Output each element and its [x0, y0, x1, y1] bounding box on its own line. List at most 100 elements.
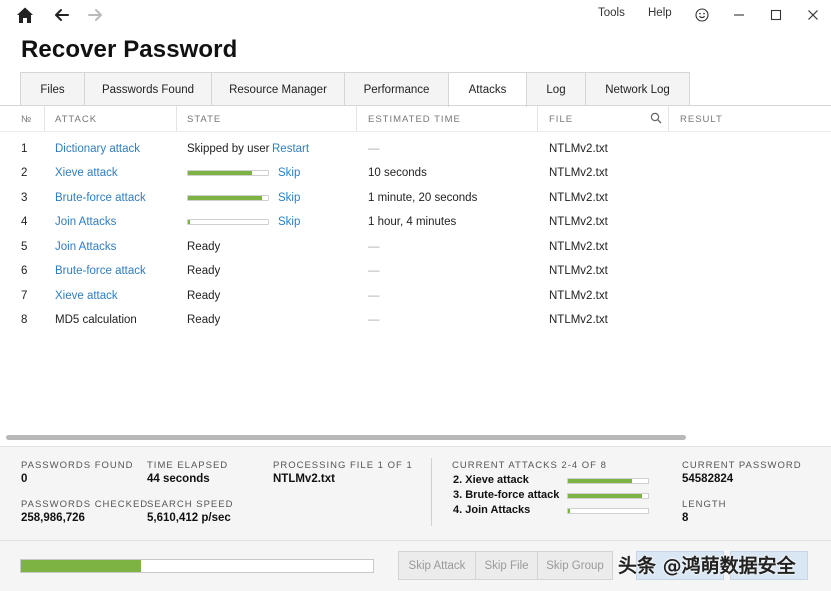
restart-link[interactable]: Restart: [272, 143, 309, 155]
column-divider: [537, 106, 538, 131]
processing-file-label: PROCESSING FILE 1 OF 1: [273, 460, 413, 471]
skip-attack-button[interactable]: Skip Attack: [398, 551, 476, 580]
skip-group-button[interactable]: Skip Group: [537, 551, 613, 580]
table-row[interactable]: 7 Xieve attack Ready — NTLMv2.txt: [0, 285, 831, 309]
current-password-label: CURRENT PASSWORD: [682, 460, 802, 471]
state-text: Ready: [187, 265, 221, 277]
back-arrow-icon[interactable]: [51, 4, 73, 26]
search-speed-value: 5,610,412 p/sec: [147, 512, 231, 524]
attack-link[interactable]: Join Attacks: [55, 241, 116, 253]
maximize-icon[interactable]: [766, 5, 786, 25]
title-bar: Tools Help: [0, 0, 831, 30]
passwords-checked-value: 258,986,726: [21, 512, 85, 524]
footer-divider: [0, 540, 831, 541]
col-header-attack[interactable]: ATTACK: [55, 114, 97, 125]
file-name: NTLMv2.txt: [549, 241, 608, 253]
estimated-time: 1 hour, 4 minutes: [368, 216, 457, 228]
table-row[interactable]: 8 MD5 calculation Ready — NTLMv2.txt: [0, 309, 831, 333]
passwords-found-value: 0: [21, 473, 28, 485]
home-icon[interactable]: [14, 4, 36, 26]
tab-divider: [0, 105, 831, 106]
horizontal-scrollbar[interactable]: [6, 435, 686, 440]
col-header-number[interactable]: №: [21, 114, 32, 125]
row-number: 5: [21, 241, 28, 253]
tab-performance[interactable]: Performance: [344, 72, 449, 106]
column-divider: [356, 106, 357, 131]
menu-help[interactable]: Help: [648, 7, 672, 19]
attack-link[interactable]: Brute-force attack: [55, 192, 146, 204]
skip-link[interactable]: Skip: [278, 192, 300, 204]
tab-network-log[interactable]: Network Log: [585, 72, 690, 106]
state-text: Ready: [187, 290, 221, 302]
row-number: 4: [21, 216, 28, 228]
attack-progress-bar: [187, 195, 269, 201]
attack-link[interactable]: Dictionary attack: [55, 143, 140, 155]
tab-passwords-found[interactable]: Passwords Found: [84, 72, 212, 106]
col-header-estimated-time[interactable]: ESTIMATED TIME: [368, 114, 461, 125]
attack-link[interactable]: Join Attacks: [55, 216, 116, 228]
row-number: 7: [21, 290, 28, 302]
smiley-feedback-icon[interactable]: [692, 5, 712, 25]
skip-file-button[interactable]: Skip File: [475, 551, 538, 580]
time-elapsed-value: 44 seconds: [147, 473, 210, 485]
state-text: Skipped by user: [187, 143, 270, 155]
col-header-file[interactable]: FILE: [549, 114, 573, 125]
table-row[interactable]: 2 Xieve attack Skip 10 seconds NTLMv2.tx…: [0, 162, 831, 186]
forward-arrow-icon[interactable]: [84, 4, 106, 26]
estimated-time: 10 seconds: [368, 167, 427, 179]
tab-log[interactable]: Log: [526, 72, 586, 106]
attack-link[interactable]: Brute-force attack: [55, 265, 146, 277]
file-name: NTLMv2.txt: [549, 143, 608, 155]
attack-name: MD5 calculation: [55, 314, 137, 326]
current-attacks-label: CURRENT ATTACKS 2-4 OF 8: [452, 460, 607, 471]
estimated-time: —: [368, 265, 380, 277]
table-row[interactable]: 6 Brute-force attack Ready — NTLMv2.txt: [0, 260, 831, 284]
processing-file-value: NTLMv2.txt: [273, 473, 335, 485]
attack-progress-bar: [187, 219, 269, 225]
close-icon[interactable]: [803, 5, 823, 25]
file-name: NTLMv2.txt: [549, 167, 608, 179]
tab-resource-manager[interactable]: Resource Manager: [211, 72, 345, 106]
col-header-state[interactable]: STATE: [187, 114, 221, 125]
estimated-time: 1 minute, 20 seconds: [368, 192, 478, 204]
tab-attacks[interactable]: Attacks: [448, 72, 527, 107]
search-speed-label: SEARCH SPEED: [147, 499, 234, 510]
table-row[interactable]: 3 Brute-force attack Skip 1 minute, 20 s…: [0, 187, 831, 211]
current-attack-progress-bar: [567, 508, 649, 514]
col-header-result[interactable]: RESULT: [680, 114, 723, 125]
column-divider: [668, 106, 669, 131]
length-label: LENGTH: [682, 499, 727, 510]
tab-files[interactable]: Files: [20, 72, 85, 106]
attack-link[interactable]: Xieve attack: [55, 167, 118, 179]
file-name: NTLMv2.txt: [549, 216, 608, 228]
estimated-time: —: [368, 241, 380, 253]
row-number: 6: [21, 265, 28, 277]
search-icon[interactable]: [650, 112, 662, 124]
page-title: Recover Password: [21, 36, 238, 63]
column-divider: [176, 106, 177, 131]
current-attack-progress-bar: [567, 478, 649, 484]
file-name: NTLMv2.txt: [549, 290, 608, 302]
state-text: Ready: [187, 241, 221, 253]
header-divider: [0, 131, 831, 132]
state-text: Ready: [187, 314, 221, 326]
current-attack-item: 2. Xieve attack: [453, 474, 529, 486]
table-row[interactable]: 5 Join Attacks Ready — NTLMv2.txt: [0, 236, 831, 260]
current-password-value: 54582824: [682, 473, 734, 485]
minimize-icon[interactable]: [729, 5, 749, 25]
estimated-time: —: [368, 290, 380, 302]
table-row[interactable]: 1 Dictionary attack Skipped by user Rest…: [0, 138, 831, 162]
passwords-checked-label: PASSWORDS CHECKED: [21, 499, 149, 510]
time-elapsed-label: TIME ELAPSED: [147, 460, 229, 471]
row-number: 2: [21, 167, 28, 179]
row-number: 8: [21, 314, 28, 326]
skip-link[interactable]: Skip: [278, 216, 300, 228]
file-name: NTLMv2.txt: [549, 192, 608, 204]
menu-tools[interactable]: Tools: [598, 7, 625, 19]
column-divider: [44, 106, 45, 131]
skip-link[interactable]: Skip: [278, 167, 300, 179]
table-row[interactable]: 4 Join Attacks Skip 1 hour, 4 minutes NT…: [0, 211, 831, 235]
attack-link[interactable]: Xieve attack: [55, 290, 118, 302]
estimated-time: —: [368, 143, 380, 155]
length-value: 8: [682, 512, 689, 524]
